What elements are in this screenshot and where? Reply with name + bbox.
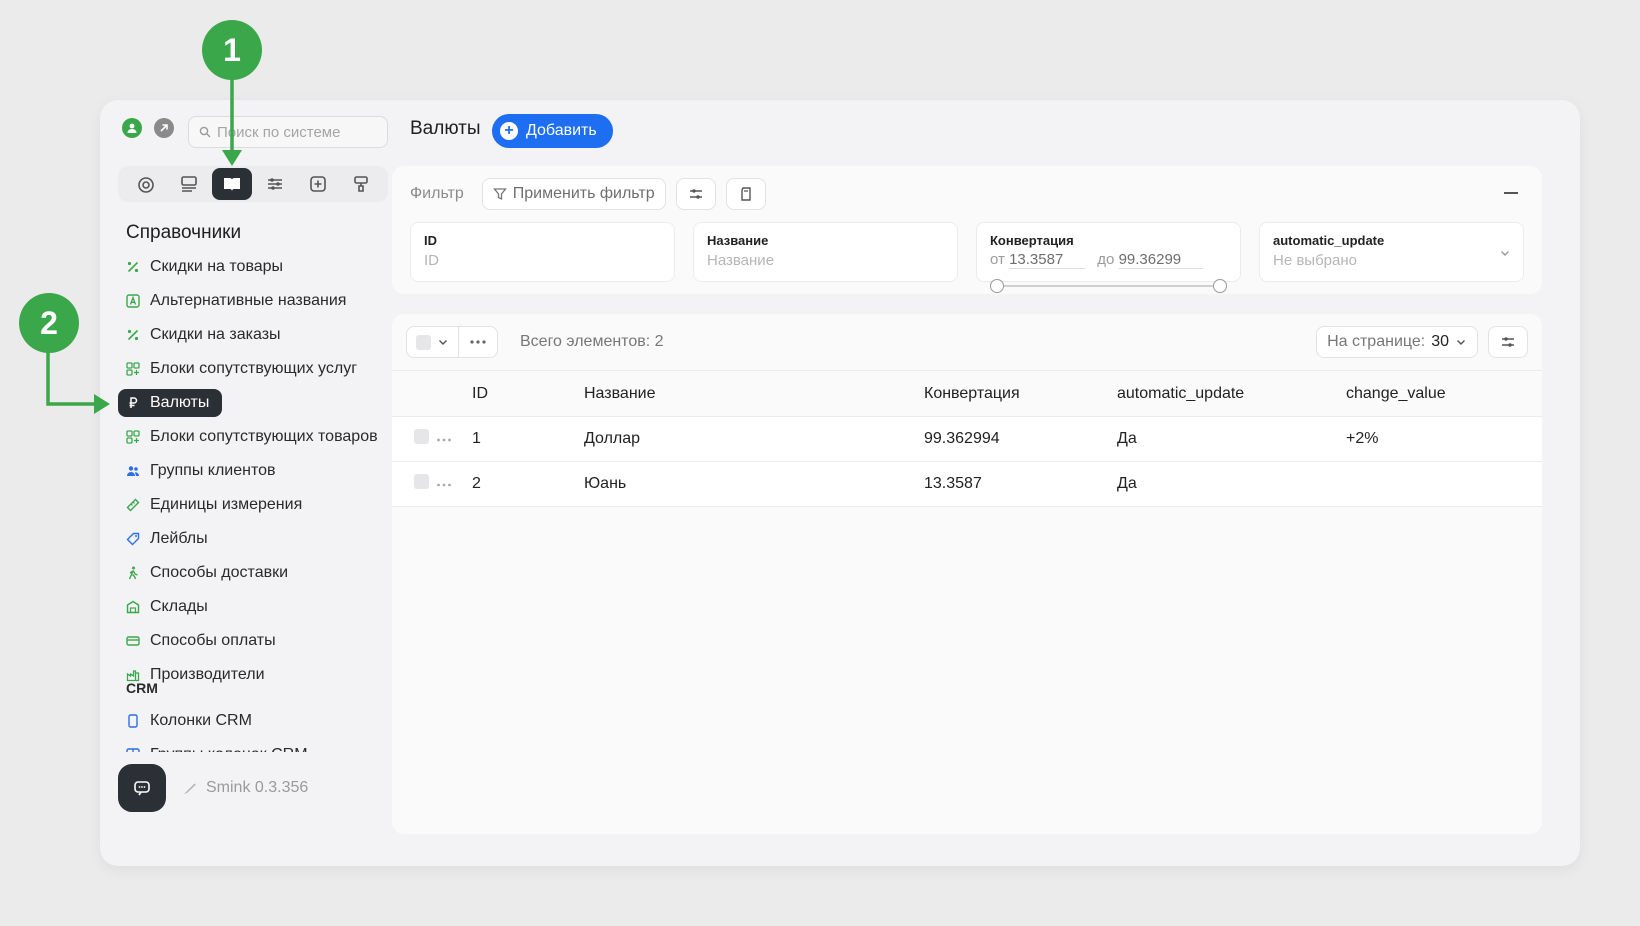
annotation-marker-2: 2 bbox=[19, 293, 79, 353]
annotation-arrows bbox=[46, 70, 242, 414]
annotation-marker-1: 1 bbox=[202, 20, 262, 80]
